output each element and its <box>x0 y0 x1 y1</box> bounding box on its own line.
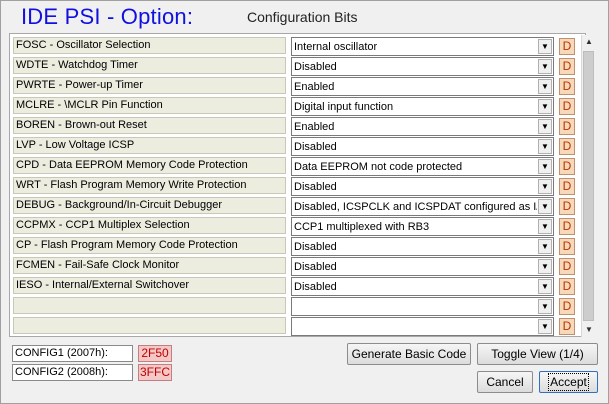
config-row-label: WRT - Flash Program Memory Write Protect… <box>13 177 286 194</box>
config-row-select-value: Internal oscillator <box>294 41 378 53</box>
config2-label: CONFIG2 (2008h): <box>12 364 133 381</box>
chevron-down-icon[interactable]: ▼ <box>538 219 552 234</box>
config-row-select-value: Enabled <box>294 121 335 133</box>
section-title: Configuration Bits <box>247 9 358 25</box>
config-row-label: WDTE - Watchdog Timer <box>13 57 286 74</box>
config-row-select[interactable]: Disabled ▼ <box>291 277 554 296</box>
config-row-select-value: Disabled <box>294 181 337 193</box>
config-row-flag: D <box>559 38 575 55</box>
config-row-label: CP - Flash Program Memory Code Protectio… <box>13 237 286 254</box>
config-row-label: LVP - Low Voltage ICSP <box>13 137 286 154</box>
config-row-select[interactable]: Digital input function ▼ <box>291 97 554 116</box>
config-row-flag: D <box>559 258 575 275</box>
config-row-select-value: CCP1 multiplexed with RB3 <box>294 221 430 233</box>
chevron-down-icon[interactable]: ▼ <box>538 159 552 174</box>
chevron-down-icon[interactable]: ▼ <box>538 299 552 314</box>
generate-basic-code-button[interactable]: Generate Basic Code <box>347 343 471 365</box>
config1-value: 2F50 <box>138 345 172 362</box>
config-row-label: BOREN - Brown-out Reset <box>13 117 286 134</box>
chevron-down-icon[interactable]: ▼ <box>538 279 552 294</box>
config-row-select-value: Disabled <box>294 61 337 73</box>
config-row-flag: D <box>559 218 575 235</box>
cancel-button[interactable]: Cancel <box>477 371 533 393</box>
config-row-label: DEBUG - Background/In-Circuit Debugger <box>13 197 286 214</box>
chevron-down-icon[interactable]: ▼ <box>538 79 552 94</box>
chevron-down-icon[interactable]: ▼ <box>538 259 552 274</box>
chevron-down-icon[interactable]: ▼ <box>538 239 552 254</box>
config-row-flag: D <box>559 98 575 115</box>
config-row-label <box>13 297 286 314</box>
config-row-select[interactable]: Disabled ▼ <box>291 57 554 76</box>
scroll-down-icon[interactable]: ▼ <box>582 323 596 337</box>
config-row-select[interactable]: Enabled ▼ <box>291 117 554 136</box>
config-row-label: FCMEN - Fail-Safe Clock Monitor <box>13 257 286 274</box>
chevron-down-icon[interactable]: ▼ <box>538 119 552 134</box>
chevron-down-icon[interactable]: ▼ <box>538 199 552 214</box>
config-row-select[interactable]: Disabled ▼ <box>291 257 554 276</box>
chevron-down-icon[interactable]: ▼ <box>538 99 552 114</box>
config-row-select[interactable]: Data EEPROM not code protected ▼ <box>291 157 554 176</box>
config-row-select[interactable]: CCP1 multiplexed with RB3 ▼ <box>291 217 554 236</box>
chevron-down-icon[interactable]: ▼ <box>538 179 552 194</box>
config-row-select[interactable]: Disabled ▼ <box>291 137 554 156</box>
config2-value: 3FFC <box>138 364 172 381</box>
config-row-flag: D <box>559 198 575 215</box>
config-row-flag: D <box>559 158 575 175</box>
app-title: IDE PSI - Option: <box>21 4 194 29</box>
config1-label: CONFIG1 (2007h): <box>12 345 133 362</box>
config-row-select[interactable]: Disabled, ICSPCLK and ICSPDAT configured… <box>291 197 554 216</box>
accept-button-label: Accept <box>548 373 589 391</box>
config-row-select-value: Disabled, ICSPCLK and ICSPDAT configured… <box>294 201 537 213</box>
scroll-up-icon[interactable]: ▲ <box>582 35 596 49</box>
config-row-select-value: Disabled <box>294 261 337 273</box>
config-row-flag: D <box>559 138 575 155</box>
config-row-flag: D <box>559 118 575 135</box>
accept-button[interactable]: Accept <box>539 371 598 393</box>
vertical-scrollbar[interactable]: ▲ ▼ <box>581 35 595 337</box>
config-row-select-value: Data EEPROM not code protected <box>294 161 463 173</box>
config-row-flag: D <box>559 178 575 195</box>
config-row-select-value: Disabled <box>294 241 337 253</box>
chevron-down-icon[interactable]: ▼ <box>538 39 552 54</box>
config-row-select-value: Digital input function <box>294 101 394 113</box>
chevron-down-icon[interactable]: ▼ <box>538 319 552 334</box>
config-row-flag: D <box>559 78 575 95</box>
toggle-view-button[interactable]: Toggle View (1/4) <box>477 343 598 365</box>
config-row-label: PWRTE - Power-up Timer <box>13 77 286 94</box>
config-row-select[interactable]: Disabled ▼ <box>291 177 554 196</box>
config-bits-window: IDE PSI - Option: Configuration Bits FOS… <box>0 0 609 404</box>
config-row-label: MCLRE - \MCLR Pin Function <box>13 97 286 114</box>
scroll-thumb[interactable] <box>583 51 594 321</box>
config-row-flag: D <box>559 318 575 335</box>
config-row-select[interactable]: Enabled ▼ <box>291 77 554 96</box>
config-row-select[interactable]: Internal oscillator ▼ <box>291 37 554 56</box>
chevron-down-icon[interactable]: ▼ <box>538 59 552 74</box>
config-row-label <box>13 317 286 334</box>
config-row-flag: D <box>559 278 575 295</box>
config-row-select-value: Enabled <box>294 81 335 93</box>
config-bits-grid: FOSC - Oscillator Selection Internal osci… <box>9 33 595 337</box>
chevron-down-icon[interactable]: ▼ <box>538 139 552 154</box>
config-row-select[interactable]: ▼ <box>291 297 554 316</box>
config-row-label: CPD - Data EEPROM Memory Code Protection <box>13 157 286 174</box>
config-row-label: CCPMX - CCP1 Multiplex Selection <box>13 217 286 234</box>
config-row-select[interactable]: ▼ <box>291 317 554 336</box>
config-row-label: IESO - Internal/External Switchover <box>13 277 286 294</box>
config-row-select[interactable]: Disabled ▼ <box>291 237 554 256</box>
config-row-select-value: Disabled <box>294 141 337 153</box>
config-row-flag: D <box>559 298 575 315</box>
config-row-label: FOSC - Oscillator Selection <box>13 37 286 54</box>
config-row-select-value: Disabled <box>294 281 337 293</box>
config-row-flag: D <box>559 238 575 255</box>
config-row-flag: D <box>559 58 575 75</box>
